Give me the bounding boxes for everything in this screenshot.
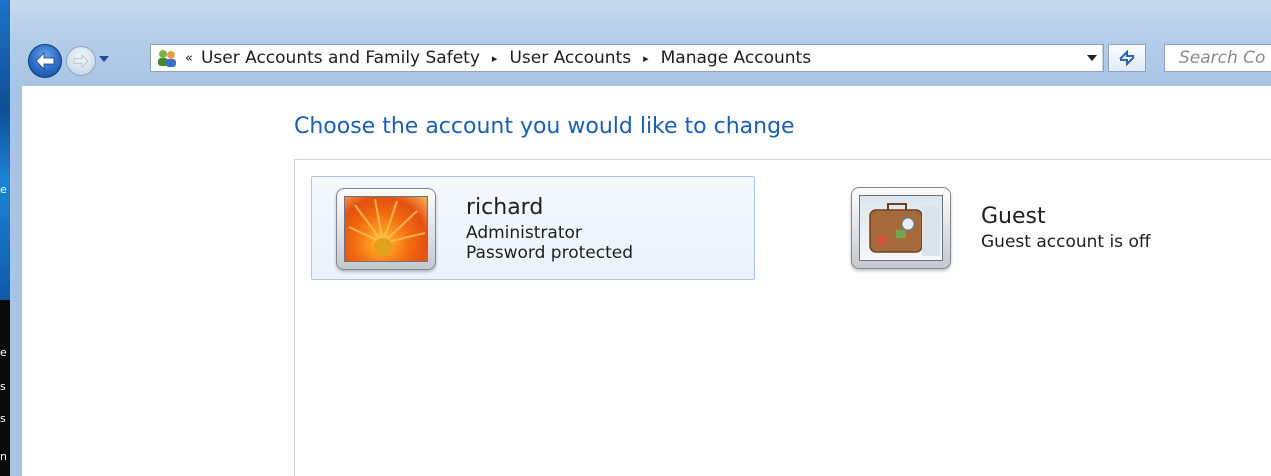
navigation-bar: « User Accounts and Family Safety ▸ User…: [10, 38, 1271, 84]
account-tile-richard[interactable]: richard Administrator Password protected: [311, 176, 755, 280]
account-tile-guest[interactable]: Guest Guest account is off: [835, 176, 1271, 280]
accounts-panel: richard Administrator Password protected: [294, 159, 1271, 476]
user-accounts-icon: [155, 46, 179, 70]
breadcrumb-user-accounts-family-safety[interactable]: User Accounts and Family Safety: [201, 48, 480, 68]
account-password-status: Password protected: [466, 243, 634, 263]
account-name: richard: [466, 195, 544, 220]
content-area: Choose the account you would like to cha…: [22, 86, 1271, 476]
window-titlebar[interactable]: [10, 0, 1271, 38]
forward-button[interactable]: [66, 46, 96, 76]
chevron-down-icon: [1087, 54, 1097, 61]
breadcrumb-separator-icon[interactable]: ▸: [492, 52, 498, 65]
account-picture: [336, 188, 436, 270]
address-dropdown-button[interactable]: [1082, 45, 1103, 71]
account-picture: [851, 187, 951, 269]
search-input[interactable]: Search Co: [1164, 44, 1271, 72]
account-status: Guest account is off: [981, 232, 1151, 252]
control-panel-window: « User Accounts and Family Safety ▸ User…: [10, 0, 1271, 476]
account-name: Guest: [981, 204, 1046, 229]
refresh-button[interactable]: [1108, 44, 1146, 72]
address-bar[interactable]: « User Accounts and Family Safety ▸ User…: [150, 44, 1104, 72]
back-button[interactable]: [28, 44, 62, 78]
back-arrow-icon: [35, 52, 55, 70]
page-title: Choose the account you would like to cha…: [294, 114, 795, 139]
breadcrumb-overflow-chevron[interactable]: «: [185, 51, 193, 66]
breadcrumb-separator-icon[interactable]: ▸: [643, 52, 649, 65]
breadcrumb-manage-accounts[interactable]: Manage Accounts: [661, 48, 811, 68]
breadcrumb-user-accounts[interactable]: User Accounts: [509, 48, 631, 68]
refresh-icon: [1119, 50, 1135, 66]
orange-flower-picture: [344, 196, 428, 262]
recent-pages-dropdown[interactable]: [98, 55, 110, 63]
suitcase-picture: [859, 195, 943, 261]
forward-arrow-icon: [73, 54, 89, 68]
account-type: Administrator: [466, 223, 582, 243]
